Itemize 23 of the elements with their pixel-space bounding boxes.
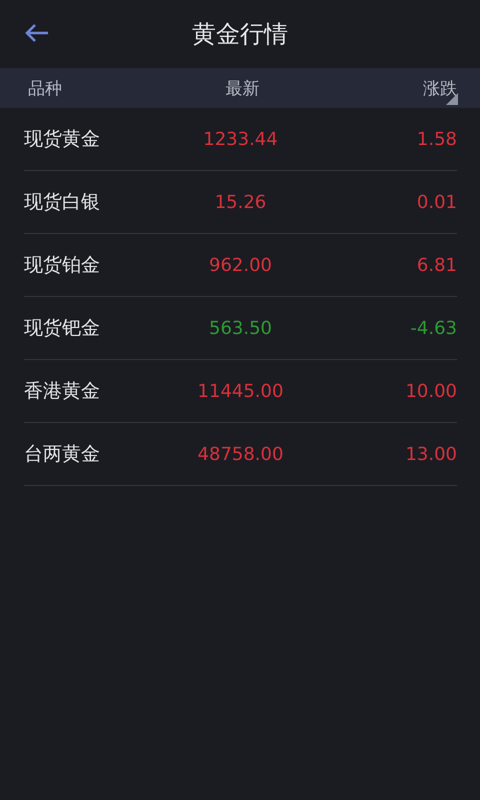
table-cell: 48758.00: [198, 444, 284, 464]
column-header[interactable]: 涨跌: [423, 76, 457, 100]
table-cell-text: 台两黄金: [24, 442, 101, 467]
table-cell: 10.00: [405, 380, 457, 402]
table-cell-text: 现货铂金: [24, 253, 101, 278]
table-cell-text: 香港黄金: [24, 379, 101, 404]
table-cell-text: 现货白银: [24, 190, 101, 215]
column-header: 最新: [226, 78, 260, 100]
column-header: 品种: [28, 78, 62, 100]
page-title: 黄金行情: [192, 19, 288, 50]
table-cell-text: 现货黄金: [24, 127, 101, 152]
table-cell: -4.63: [410, 318, 457, 338]
table-cell: 1.58: [416, 128, 457, 150]
table-cell: 6.81: [416, 254, 457, 276]
table-cell: 13.00: [405, 444, 457, 464]
table-cell: 15.26: [214, 192, 266, 212]
table-cell: 11445.00: [198, 380, 284, 402]
table-cell: 1233.44: [203, 128, 278, 150]
back-arrow-icon: [24, 23, 50, 43]
table-cell: 0.01: [416, 192, 457, 212]
table-cell-text: 现货钯金: [24, 316, 101, 341]
table-cell: 962.00: [209, 254, 272, 276]
table-cell: 563.50: [209, 318, 272, 338]
